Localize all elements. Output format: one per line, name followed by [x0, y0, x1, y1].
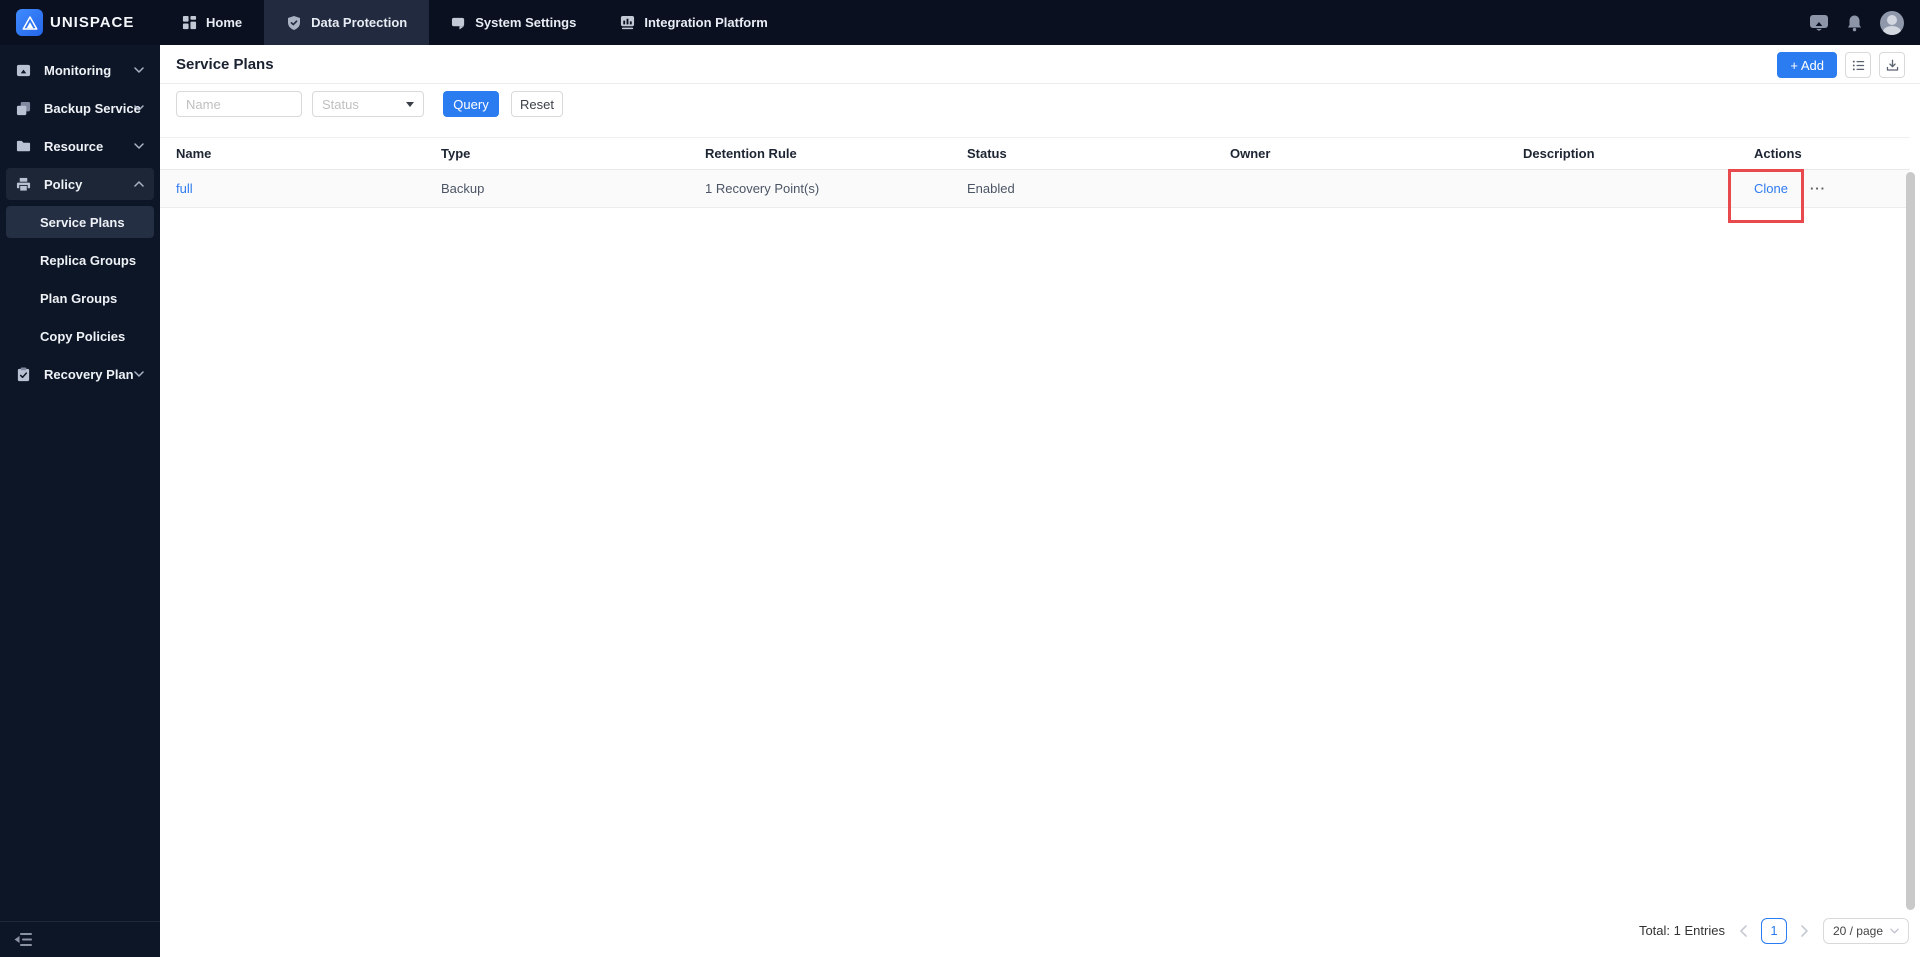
sidebar-item-label: Monitoring [44, 62, 112, 78]
bell-icon[interactable] [1846, 14, 1863, 32]
sidebar-item-label: Replica Groups [40, 252, 137, 268]
sidebar-item-recovery-plan[interactable]: Recovery Plan [0, 355, 160, 393]
page-size-value: 20 / page [1832, 923, 1883, 938]
column-header-status: Status [967, 146, 1007, 161]
sidebar-item-label: Resource [44, 138, 104, 154]
add-button[interactable]: + Add [1777, 52, 1837, 78]
chevron-up-icon [134, 181, 144, 187]
column-header-description: Description [1523, 146, 1595, 161]
nav-tab-label: System Settings [475, 15, 577, 30]
chevron-down-icon [134, 105, 144, 111]
sidebar-item-replica-groups[interactable]: Replica Groups [0, 241, 160, 279]
topbar-right-icons [1809, 0, 1904, 45]
cell-type: Backup [441, 181, 485, 196]
monitoring-icon [16, 63, 32, 78]
export-button[interactable] [1879, 52, 1905, 78]
chevron-down-icon [1890, 928, 1899, 933]
vertical-scrollbar[interactable] [1906, 172, 1915, 910]
column-header-name: Name [176, 146, 212, 161]
next-page-icon[interactable] [1801, 924, 1809, 937]
sidebar-item-label: Copy Policies [40, 328, 126, 344]
page-size-select[interactable]: 20 / page [1822, 917, 1909, 944]
sidebar-item-resource[interactable]: Resource [0, 127, 160, 165]
topbar: UNISPACE Home Data Protection System Set… [0, 0, 1920, 45]
unordered-list-icon [1852, 60, 1864, 70]
pagination: Total: 1 Entries 1 20 / page [1639, 917, 1909, 944]
system-settings-icon [452, 17, 465, 30]
nav-tab-label: Data Protection [311, 15, 408, 30]
app-name: UNISPACE [50, 14, 135, 31]
sidebar: Monitoring Backup Service Resource Polic… [0, 45, 160, 957]
cell-status: Enabled [967, 181, 1015, 196]
status-filter-select[interactable]: Status [312, 91, 424, 117]
message-icon[interactable] [1809, 14, 1829, 32]
column-settings-button[interactable] [1845, 52, 1871, 78]
chevron-down-icon [134, 67, 144, 73]
sidebar-item-service-plans[interactable]: Service Plans [0, 203, 160, 241]
avatar-head [1887, 14, 1897, 25]
nav-tab-integration-platform[interactable]: Integration Platform [598, 0, 790, 45]
sidebar-item-label: Policy [44, 176, 83, 192]
logo-mountain-icon [22, 15, 37, 30]
chevron-down-icon [134, 143, 144, 149]
select-caret-icon [406, 101, 414, 107]
plan-name-link[interactable]: full [176, 181, 193, 196]
sidebar-item-label: Plan Groups [40, 290, 118, 306]
app-logo-icon[interactable] [16, 9, 43, 36]
table-header-row: Name Type Retention Rule Status Owner De… [160, 137, 1910, 170]
nav-tab-home[interactable]: Home [160, 0, 264, 45]
clone-action-link[interactable]: Clone [1754, 181, 1788, 196]
sidebar-item-plan-groups[interactable]: Plan Groups [0, 279, 160, 317]
policy-icon [16, 177, 32, 192]
sidebar-item-label: Recovery Plan [44, 366, 134, 382]
page-header: Service Plans + Add [160, 45, 1920, 84]
page-number-button[interactable]: 1 [1760, 917, 1787, 944]
column-header-owner: Owner [1230, 146, 1271, 161]
status-select-placeholder: Status [322, 96, 359, 112]
column-header-retention-rule: Retention Rule [705, 146, 797, 161]
home-grid-icon [182, 15, 197, 30]
recovery-plan-icon [16, 366, 32, 382]
cell-retention-rule: 1 Recovery Point(s) [705, 181, 820, 196]
integration-platform-icon [621, 15, 635, 30]
sidebar-item-label: Service Plans [40, 214, 125, 230]
column-header-type: Type [441, 146, 471, 161]
resource-folder-icon [16, 139, 32, 154]
user-avatar[interactable] [1880, 10, 1904, 35]
sidebar-item-monitoring[interactable]: Monitoring [0, 51, 160, 89]
sidebar-menu: Monitoring Backup Service Resource Polic… [0, 45, 160, 393]
nav-tab-system-settings[interactable]: System Settings [429, 0, 598, 45]
sidebar-item-backup-service[interactable]: Backup Service [0, 89, 160, 127]
page-title: Service Plans [176, 56, 274, 73]
pagination-total: Total: 1 Entries [1638, 923, 1725, 938]
prev-page-icon[interactable] [1739, 924, 1747, 937]
chevron-down-icon [134, 371, 144, 377]
nav-tab-label: Home [206, 15, 243, 30]
name-filter-input[interactable] [176, 91, 302, 117]
query-button[interactable]: Query [443, 91, 499, 117]
column-header-actions: Actions [1754, 146, 1802, 161]
nav-tab-data-protection[interactable]: Data Protection [264, 0, 430, 45]
more-actions-icon[interactable]: ··· [1810, 181, 1826, 196]
download-icon [1886, 59, 1898, 71]
backup-service-icon [16, 101, 32, 116]
primary-nav: Home Data Protection System Settings Int… [160, 0, 790, 45]
sidebar-item-copy-policies[interactable]: Copy Policies [0, 317, 160, 355]
collapse-sidebar-icon[interactable] [14, 932, 33, 947]
sidebar-footer [0, 921, 160, 957]
sidebar-item-policy[interactable]: Policy [0, 165, 160, 203]
table-row: full Backup 1 Recovery Point(s) Enabled … [160, 170, 1910, 208]
avatar-body [1883, 25, 1901, 35]
cell-actions: Clone ··· [1754, 181, 1910, 196]
filter-bar: Status Query Reset [176, 91, 563, 117]
main-content: Service Plans + Add Status [160, 45, 1920, 957]
shield-check-icon [288, 15, 301, 30]
service-plans-table: Name Type Retention Rule Status Owner De… [160, 137, 1910, 208]
reset-button[interactable]: Reset [511, 91, 563, 117]
nav-tab-label: Integration Platform [644, 15, 768, 30]
sidebar-item-label: Backup Service [44, 100, 141, 116]
header-actions: + Add [1777, 52, 1905, 78]
